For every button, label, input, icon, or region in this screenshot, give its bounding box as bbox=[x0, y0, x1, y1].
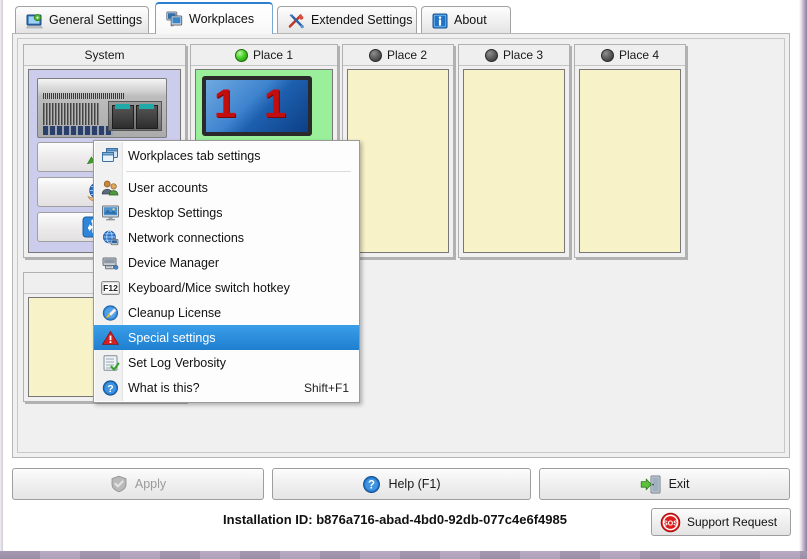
support-request-button[interactable]: SOS Support Request bbox=[651, 508, 791, 536]
tab-workplaces-label: Workplaces bbox=[189, 11, 255, 26]
support-request-label: Support Request bbox=[687, 515, 778, 529]
menu-item-special-settings[interactable]: Special settings bbox=[94, 325, 359, 350]
warning-triangle-icon bbox=[98, 326, 122, 350]
menu-item-what-is-this-accel: Shift+F1 bbox=[303, 380, 349, 395]
workplace-panel-place3[interactable]: Place 3 bbox=[458, 44, 570, 258]
monitors-stack-icon bbox=[166, 11, 183, 27]
menu-item-network-connections-label: Network connections bbox=[128, 230, 245, 245]
help-button[interactable]: ? Help (F1) bbox=[272, 468, 531, 500]
context-menu[interactable]: Workplaces tab settings User accounts De… bbox=[93, 140, 360, 403]
tools-cross-icon bbox=[288, 13, 305, 29]
monitor-digit-right: 1 bbox=[264, 82, 287, 126]
svg-text:F12: F12 bbox=[103, 283, 118, 293]
window-border-left bbox=[0, 0, 3, 551]
desktop-icon bbox=[98, 201, 122, 225]
menu-item-workplaces-tab-settings-label: Workplaces tab settings bbox=[128, 148, 261, 163]
tab-extended-settings[interactable]: Extended Settings bbox=[277, 6, 417, 34]
workplace-panel-place2-title: Place 2 bbox=[386, 48, 428, 62]
f12-key-icon: F12 bbox=[98, 276, 122, 300]
exit-button[interactable]: Exit bbox=[539, 468, 790, 500]
workplace-panel-place4-header: Place 4 bbox=[575, 45, 685, 66]
tab-about-label: About bbox=[454, 13, 487, 28]
windows-copy-icon bbox=[98, 144, 122, 168]
workplace-panel-place2-header: Place 2 bbox=[343, 45, 453, 66]
exit-door-icon bbox=[640, 475, 662, 494]
menu-item-keyboard-mice-hotkey-label: Keyboard/Mice switch hotkey bbox=[128, 280, 290, 295]
menu-item-network-connections[interactable]: Network connections bbox=[94, 225, 359, 250]
exit-button-label: Exit bbox=[668, 477, 690, 491]
menu-item-device-manager-label: Device Manager bbox=[128, 255, 220, 270]
sos-icon: SOS bbox=[660, 512, 681, 533]
menu-item-keyboard-mice-hotkey[interactable]: F12 Keyboard/Mice switch hotkey bbox=[94, 275, 359, 300]
workplace-panel-place1-header: Place 1 bbox=[191, 45, 337, 66]
device-manager-icon bbox=[98, 251, 122, 275]
help-question-icon: ? bbox=[362, 475, 381, 494]
tab-extended-settings-label: Extended Settings bbox=[311, 13, 413, 28]
workplace-panel-place4-body bbox=[579, 69, 681, 253]
menu-item-what-is-this[interactable]: ? What is this? Shift+F1 bbox=[94, 375, 359, 400]
question-icon: ? bbox=[98, 376, 122, 400]
network-globe-icon bbox=[98, 226, 122, 250]
svg-text:?: ? bbox=[368, 479, 375, 491]
workplace-panel-place3-header: Place 3 bbox=[459, 45, 569, 66]
window-border-right bbox=[799, 0, 807, 551]
help-button-label: Help (F1) bbox=[388, 477, 441, 491]
workplace-panel-system-header: System bbox=[24, 45, 185, 66]
workplace-panel-place3-body bbox=[463, 69, 565, 253]
menu-item-set-log-verbosity[interactable]: Set Log Verbosity bbox=[94, 350, 359, 375]
app-window: General Settings Workplaces Extended Set… bbox=[0, 0, 807, 559]
server-image bbox=[37, 78, 167, 138]
tab-general-settings[interactable]: General Settings bbox=[15, 6, 149, 34]
workplace-panel-place2-body bbox=[347, 69, 449, 253]
menu-item-special-settings-label: Special settings bbox=[128, 330, 216, 345]
menu-item-user-accounts[interactable]: User accounts bbox=[94, 175, 359, 200]
monitor-digit-left: 1 bbox=[214, 82, 237, 126]
status-led-place3 bbox=[484, 48, 498, 62]
menu-item-what-is-this-label: What is this? bbox=[128, 380, 200, 395]
apply-button[interactable]: Apply bbox=[12, 468, 264, 500]
workplace-panel-place4[interactable]: Place 4 bbox=[574, 44, 686, 258]
workplace-panel-place3-title: Place 3 bbox=[502, 48, 544, 62]
workplace-panel-system-title: System bbox=[84, 48, 125, 62]
broom-icon bbox=[98, 301, 122, 325]
menu-item-cleanup-license-label: Cleanup License bbox=[128, 305, 222, 320]
workplace-panel-place4-title: Place 4 bbox=[618, 48, 660, 62]
checklist-icon bbox=[98, 351, 122, 375]
status-led-place4 bbox=[600, 48, 614, 62]
menu-item-desktop-settings[interactable]: Desktop Settings bbox=[94, 200, 359, 225]
shield-icon bbox=[110, 475, 128, 493]
status-led-place1 bbox=[234, 48, 248, 62]
menu-separator bbox=[126, 171, 351, 172]
apply-button-label: Apply bbox=[134, 477, 167, 491]
monitor-gear-icon bbox=[26, 13, 43, 29]
users-icon bbox=[98, 176, 122, 200]
info-icon bbox=[432, 13, 448, 29]
svg-text:SOS: SOS bbox=[663, 520, 678, 527]
menu-item-set-log-verbosity-label: Set Log Verbosity bbox=[128, 355, 226, 370]
menu-item-desktop-settings-label: Desktop Settings bbox=[128, 205, 223, 220]
menu-item-cleanup-license[interactable]: Cleanup License bbox=[94, 300, 359, 325]
footer-button-bar: Apply ? Help (F1) Exit bbox=[12, 468, 790, 500]
tab-about[interactable]: About bbox=[421, 6, 511, 34]
workplace-panel-place1-title: Place 1 bbox=[252, 48, 294, 62]
tab-workplaces[interactable]: Workplaces bbox=[155, 2, 273, 34]
tab-strip: General Settings Workplaces Extended Set… bbox=[3, 0, 799, 34]
taskbar-peek bbox=[0, 551, 807, 559]
menu-item-workplaces-tab-settings[interactable]: Workplaces tab settings bbox=[94, 143, 359, 168]
monitor-thumbnail-place1: 1 1 bbox=[202, 76, 312, 136]
svg-text:?: ? bbox=[107, 383, 113, 395]
window-border-bottom bbox=[0, 551, 807, 559]
menu-item-device-manager[interactable]: Device Manager bbox=[94, 250, 359, 275]
tab-general-settings-label: General Settings bbox=[49, 13, 143, 28]
menu-item-user-accounts-label: User accounts bbox=[128, 180, 208, 195]
status-led-place2 bbox=[368, 48, 382, 62]
